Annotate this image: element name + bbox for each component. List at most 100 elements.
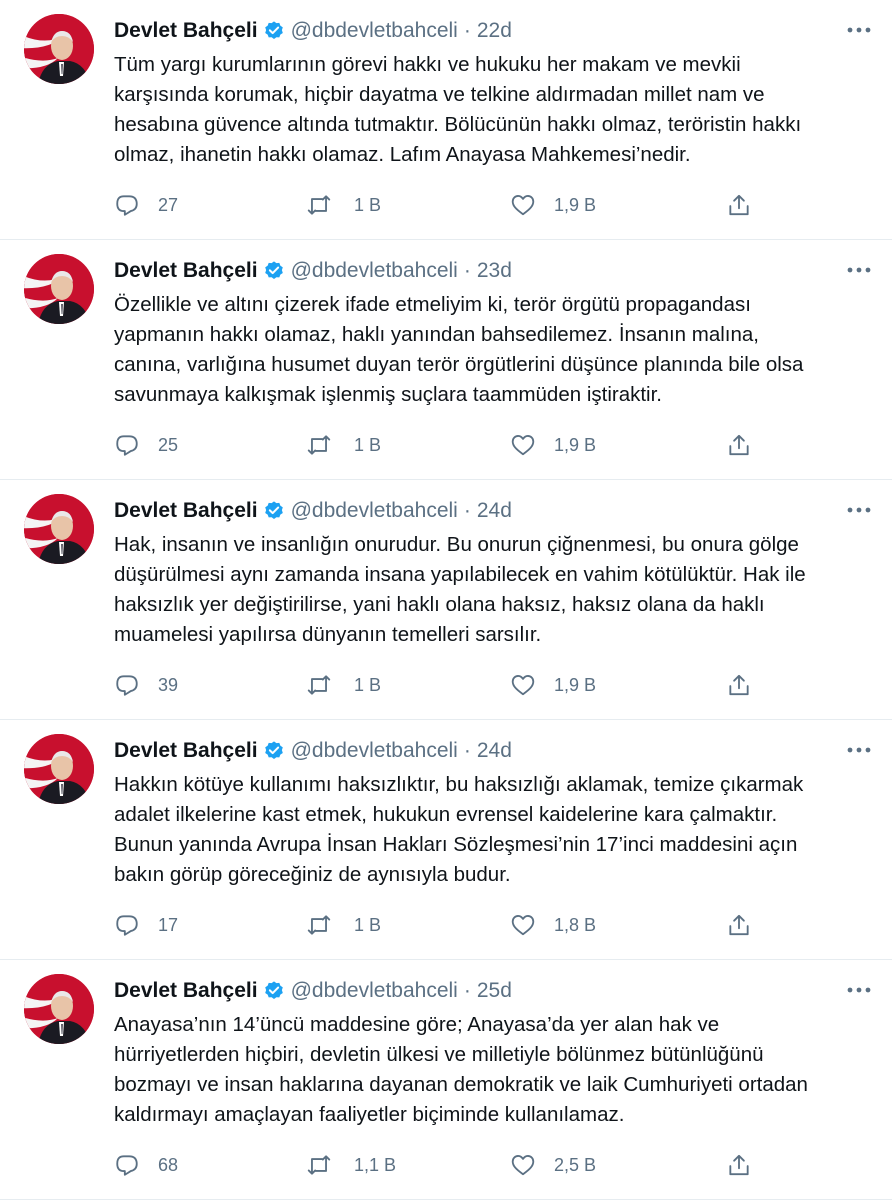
retweet-count: 1 B xyxy=(354,194,382,215)
reply-button[interactable]: 27 xyxy=(114,188,178,222)
tweet-text-line: savunmaya kalkışmak işlenmiş suçlara taa… xyxy=(114,383,662,406)
share-button[interactable] xyxy=(726,1148,752,1182)
retweet-button[interactable]: 1 B xyxy=(306,188,381,222)
verified-badge-icon xyxy=(264,501,283,519)
like-count: 2,5 B xyxy=(554,1154,597,1175)
verified-badge-icon xyxy=(264,741,283,759)
tweet-text-line: Hakkın kötüye kullanımı haksızlıktır, bu… xyxy=(114,773,804,796)
retweet-button[interactable]: 1 B xyxy=(306,668,381,702)
share-upload-icon xyxy=(729,674,749,696)
tweet-text-line: haksızlık yer değiştirilirse, yani haklı… xyxy=(114,593,765,616)
retweet-button[interactable]: 1 B xyxy=(306,428,381,462)
retweet-count: 1 B xyxy=(354,434,382,455)
tweet-text: Hakkın kötüye kullanımı haksızlıktır, bu… xyxy=(114,770,874,890)
share-upload-icon xyxy=(729,914,749,936)
share-button[interactable] xyxy=(726,188,752,222)
author-name[interactable]: Devlet Bahçeli xyxy=(114,499,258,523)
like-button[interactable]: 2,5 B xyxy=(510,1148,596,1182)
author-avatar[interactable] xyxy=(24,494,94,564)
tweet-item[interactable]: Devlet Bahçeli @dbdevletbahceli · 24d Ha… xyxy=(0,720,892,960)
like-button[interactable]: 1,8 B xyxy=(510,908,596,942)
like-count: 1,9 B xyxy=(554,434,597,455)
more-dots-icon[interactable] xyxy=(844,18,874,42)
reply-button[interactable]: 39 xyxy=(114,668,178,702)
retweet-arrows-icon xyxy=(307,195,331,215)
retweet-arrows-icon xyxy=(307,435,331,455)
author-avatar[interactable] xyxy=(24,974,94,1044)
share-button[interactable] xyxy=(726,428,752,462)
tweet-actions: 39 1 B 1,9 B xyxy=(114,668,774,702)
tweet-header: Devlet Bahçeli @dbdevletbahceli · 24d xyxy=(114,734,512,768)
retweet-button[interactable]: 1,1 B xyxy=(306,1148,396,1182)
tweet-text-line: karşısında korumak, hiçbir dayatma ve te… xyxy=(114,83,765,106)
separator-dot: · xyxy=(463,259,471,282)
author-name[interactable]: Devlet Bahçeli xyxy=(114,739,258,763)
author-handle[interactable]: @dbdevletbahceli xyxy=(291,739,458,763)
tweet-actions: 27 1 B 1,9 B xyxy=(114,188,774,222)
tweet-timestamp[interactable]: 23d xyxy=(477,259,512,283)
retweet-arrows-icon xyxy=(307,675,331,695)
separator-dot: · xyxy=(463,499,471,522)
tweet-item[interactable]: Devlet Bahçeli @dbdevletbahceli · 25d An… xyxy=(0,960,892,1200)
tweet-text-line: Özellikle ve altını çizerek ifade etmeli… xyxy=(114,293,751,316)
tweet-text-line: Bunun yanında Avrupa İnsan Hakları Sözle… xyxy=(114,833,798,856)
tweet-text-line: bozmayı ve insan haklarına dayanan demok… xyxy=(114,1073,808,1096)
author-name[interactable]: Devlet Bahçeli xyxy=(114,979,258,1003)
reply-button[interactable]: 68 xyxy=(114,1148,178,1182)
reply-button[interactable]: 17 xyxy=(114,908,178,942)
author-handle[interactable]: @dbdevletbahceli xyxy=(291,19,458,43)
author-avatar[interactable] xyxy=(24,14,94,84)
heart-icon xyxy=(511,1154,535,1176)
heart-icon xyxy=(511,914,535,936)
like-count: 1,9 B xyxy=(554,674,597,695)
share-button[interactable] xyxy=(726,908,752,942)
author-name[interactable]: Devlet Bahçeli xyxy=(114,19,258,43)
share-button[interactable] xyxy=(726,668,752,702)
tweet-text-line: adalet ilkelerine kast etmek, hukukun ev… xyxy=(114,803,778,826)
tweet-item[interactable]: Devlet Bahçeli @dbdevletbahceli · 22d Tü… xyxy=(0,0,892,240)
reply-button[interactable]: 25 xyxy=(114,428,178,462)
tweet-timestamp[interactable]: 24d xyxy=(477,739,512,763)
reply-count: 39 xyxy=(158,674,179,695)
tweet-text-line: kaldırmayı amaçlayan faaliyetler biçimin… xyxy=(114,1103,625,1126)
author-name[interactable]: Devlet Bahçeli xyxy=(114,259,258,283)
tweet-item[interactable]: Devlet Bahçeli @dbdevletbahceli · 24d Ha… xyxy=(0,480,892,720)
separator-dot: · xyxy=(463,979,471,1002)
reply-bubble-icon xyxy=(116,435,138,456)
tweet-text-line: canına, varlığına husumet duyan terör ör… xyxy=(114,353,804,376)
tweet-text: Anayasa’nın 14’üncü maddesine göre; Anay… xyxy=(114,1010,874,1130)
tweet-timestamp[interactable]: 24d xyxy=(477,499,512,523)
author-handle[interactable]: @dbdevletbahceli xyxy=(291,499,458,523)
like-button[interactable]: 1,9 B xyxy=(510,668,596,702)
more-dots-icon[interactable] xyxy=(844,258,874,282)
separator-dot: · xyxy=(463,19,471,42)
tweet-header: Devlet Bahçeli @dbdevletbahceli · 22d xyxy=(114,14,512,48)
author-avatar[interactable] xyxy=(24,254,94,324)
retweet-button[interactable]: 1 B xyxy=(306,908,381,942)
retweet-count: 1 B xyxy=(354,674,382,695)
heart-icon xyxy=(511,434,535,456)
tweet-text: Hak, insanın ve insanlığın onurudur. Bu … xyxy=(114,530,874,650)
reply-bubble-icon xyxy=(116,675,138,696)
tweet-header: Devlet Bahçeli @dbdevletbahceli · 24d xyxy=(114,494,512,528)
retweet-arrows-icon xyxy=(307,915,331,935)
share-upload-icon xyxy=(729,1154,749,1176)
reply-bubble-icon xyxy=(116,1155,138,1176)
like-button[interactable]: 1,9 B xyxy=(510,188,596,222)
more-dots-icon[interactable] xyxy=(844,498,874,522)
reply-bubble-icon xyxy=(116,915,138,936)
tweet-text-line: Hak, insanın ve insanlığın onurudur. Bu … xyxy=(114,533,799,556)
more-dots-icon[interactable] xyxy=(844,978,874,1002)
verified-badge-icon xyxy=(264,21,283,39)
author-handle[interactable]: @dbdevletbahceli xyxy=(291,979,458,1003)
tweet-timestamp[interactable]: 22d xyxy=(477,19,512,43)
tweet-item[interactable]: Devlet Bahçeli @dbdevletbahceli · 23d Öz… xyxy=(0,240,892,480)
verified-badge-icon xyxy=(264,261,283,279)
share-upload-icon xyxy=(729,194,749,216)
tweet-timestamp[interactable]: 25d xyxy=(477,979,512,1003)
author-avatar[interactable] xyxy=(24,734,94,804)
tweet-text-line: Tüm yargı kurumlarının görevi hakkı ve h… xyxy=(114,53,741,76)
author-handle[interactable]: @dbdevletbahceli xyxy=(291,259,458,283)
like-button[interactable]: 1,9 B xyxy=(510,428,596,462)
more-dots-icon[interactable] xyxy=(844,738,874,762)
